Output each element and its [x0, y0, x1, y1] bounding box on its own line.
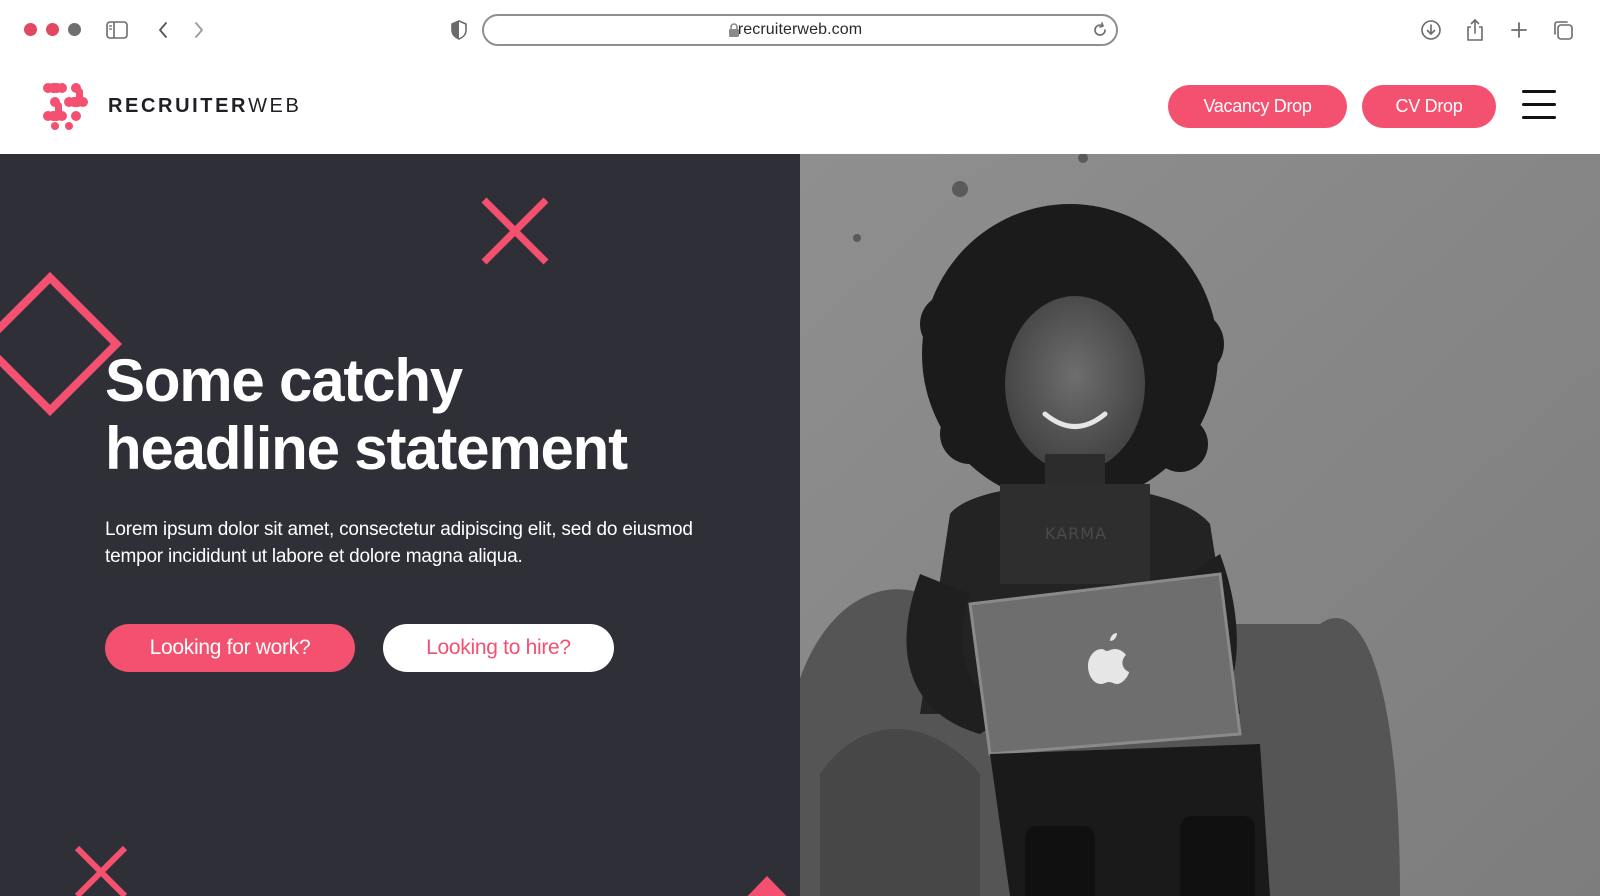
vacancy-drop-button[interactable]: Vacancy Drop — [1168, 85, 1347, 128]
hero-subtext: Lorem ipsum dolor sit amet, consectetur … — [105, 519, 693, 567]
cv-drop-button[interactable]: CV Drop — [1362, 85, 1496, 128]
woman-with-laptop-photo: KARMA — [800, 154, 1600, 896]
share-icon[interactable] — [1462, 17, 1488, 43]
menu-hamburger-icon[interactable] — [1522, 90, 1556, 120]
back-arrow-icon[interactable] — [150, 17, 176, 43]
hero-headline: Some catchy headline statement — [105, 347, 628, 483]
window-controls — [24, 23, 81, 36]
lock-icon — [728, 23, 740, 43]
hero-panel: Some catchy headline statement Lorem ips… — [0, 154, 800, 896]
hero-photo: KARMA — [800, 154, 1600, 896]
address-bar[interactable]: recruiterweb.com — [482, 14, 1118, 46]
zoom-window-button[interactable] — [68, 23, 81, 36]
logo-text-bold: RECRUITER — [108, 94, 249, 117]
sidebar-toggle-icon[interactable] — [104, 17, 130, 43]
looking-to-hire-button[interactable]: Looking to hire? — [383, 624, 614, 672]
svg-text:KARMA: KARMA — [1045, 524, 1107, 543]
decorative-x-small-icon — [74, 845, 128, 896]
browser-toolbar: recruiterweb.com — [0, 0, 1600, 60]
logo-mark-icon — [43, 83, 88, 130]
looking-for-work-button[interactable]: Looking for work? — [105, 624, 355, 672]
site-header: RECRUITERWEB Vacancy Drop CV Drop — [0, 60, 1600, 154]
logo-wordmark: RECRUITERWEB — [108, 95, 301, 118]
minimize-window-button[interactable] — [46, 23, 59, 36]
headline-line-2: headline statement — [105, 415, 628, 482]
url-text: recruiterweb.com — [737, 21, 863, 38]
headline-line-1: Some catchy — [105, 347, 463, 414]
decorative-x-icon — [481, 197, 549, 265]
decorative-triangle-icon — [747, 876, 787, 896]
new-tab-plus-icon[interactable] — [1506, 17, 1532, 43]
privacy-shield-icon[interactable] — [446, 17, 472, 43]
forward-arrow-icon[interactable] — [186, 17, 212, 43]
download-icon[interactable] — [1418, 17, 1444, 43]
logo[interactable]: RECRUITERWEB — [42, 82, 301, 130]
close-window-button[interactable] — [24, 23, 37, 36]
logo-text-light: WEB — [248, 94, 302, 117]
tab-overview-icon[interactable] — [1550, 17, 1576, 43]
reload-icon[interactable] — [1092, 22, 1108, 43]
